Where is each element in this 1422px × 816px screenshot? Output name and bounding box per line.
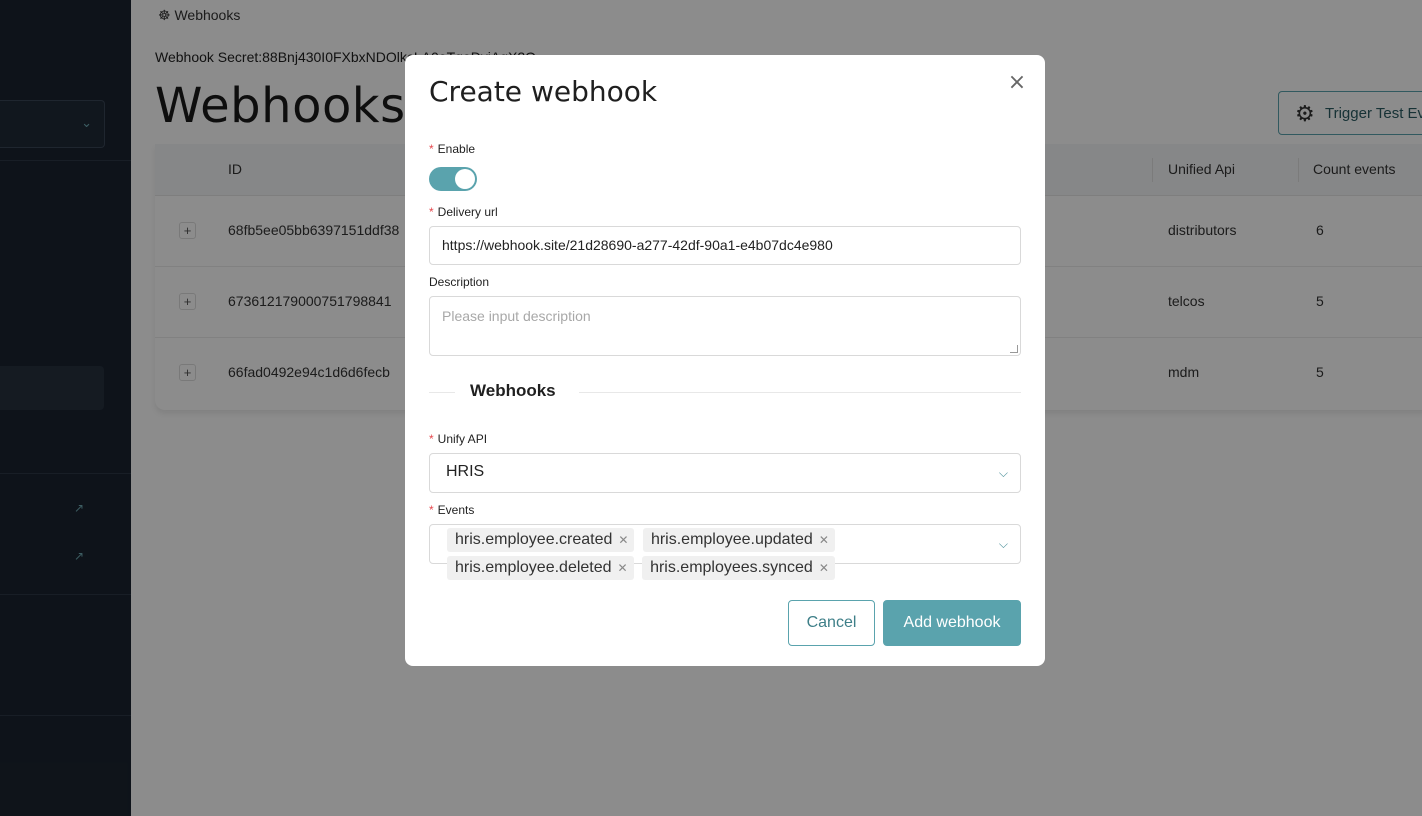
required-mark: * — [429, 432, 434, 446]
events-multiselect[interactable]: hris.employee.created ✕ hris.employee.upd… — [429, 524, 1021, 580]
events-label-text: Events — [437, 503, 475, 517]
unify-api-select[interactable]: HRIS ⌵ — [429, 453, 1021, 493]
cancel-button[interactable]: Cancel — [788, 600, 875, 646]
remove-tag-icon[interactable]: ✕ — [618, 533, 628, 547]
chevron-down-icon: ⌵ — [998, 466, 1008, 480]
remove-tag-icon[interactable]: ✕ — [618, 561, 628, 575]
delivery-url-label-text: Delivery url — [437, 205, 498, 219]
section-title: Webhooks — [470, 381, 556, 400]
add-webhook-button[interactable]: Add webhook — [883, 600, 1021, 646]
resize-handle-icon[interactable] — [1010, 345, 1018, 353]
unify-api-label-text: Unify API — [437, 432, 488, 446]
event-tags: hris.employee.created ✕ hris.employee.upd… — [447, 526, 887, 582]
enable-label: * Enable — [429, 142, 475, 156]
events-label: * Events — [429, 503, 474, 517]
delivery-url-input[interactable]: https://webhook.site/21d28690-a277-42df-… — [429, 226, 1021, 265]
required-mark: * — [429, 142, 434, 156]
chevron-down-icon: ⌵ — [998, 537, 1008, 551]
dialog-title: Create webhook — [429, 75, 658, 108]
description-textarea[interactable]: Please input description — [429, 296, 1021, 356]
delivery-url-label: * Delivery url — [429, 205, 498, 219]
event-tag: hris.employee.created ✕ — [447, 528, 635, 552]
section-divider — [579, 392, 1021, 393]
event-tag: hris.employee.deleted ✕ — [447, 556, 634, 580]
event-tag-label: hris.employee.created — [455, 531, 613, 548]
description-label: Description — [429, 275, 490, 289]
event-tag: hris.employee.updated ✕ — [642, 528, 835, 552]
required-mark: * — [429, 205, 434, 219]
unify-api-label: * Unify API — [429, 432, 487, 446]
create-webhook-dialog: Create webhook × * Enable * Delivery url h… — [405, 55, 1045, 666]
toggle-knob — [455, 169, 475, 189]
enable-label-text: Enable — [437, 142, 476, 156]
required-mark: * — [429, 503, 434, 517]
enable-toggle[interactable] — [429, 167, 477, 191]
unify-api-value: HRIS — [446, 463, 485, 480]
event-tag-label: hris.employees.synced — [650, 559, 813, 576]
remove-tag-icon[interactable]: ✕ — [819, 561, 829, 575]
remove-tag-icon[interactable]: ✕ — [819, 533, 829, 547]
event-tag-label: hris.employee.updated — [650, 531, 813, 548]
description-placeholder: Please input description — [442, 308, 591, 324]
event-tag-label: hris.employee.deleted — [455, 559, 612, 576]
event-tag: hris.employees.synced ✕ — [642, 556, 835, 580]
section-divider — [429, 392, 455, 393]
close-icon[interactable]: × — [1005, 71, 1029, 95]
